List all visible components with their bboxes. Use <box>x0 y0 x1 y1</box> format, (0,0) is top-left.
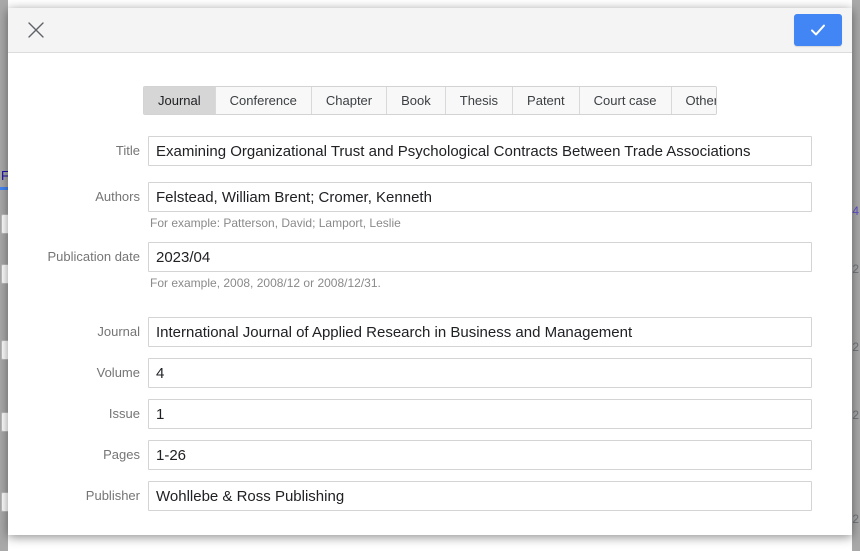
background-number: 2 <box>852 262 859 276</box>
background-checkbox[interactable] <box>1 214 8 234</box>
pages-input[interactable] <box>148 440 812 470</box>
background-left-column: F <box>0 0 8 551</box>
publication-date-input[interactable] <box>148 242 812 272</box>
tab-court-case[interactable]: Court case <box>579 87 672 114</box>
publication-type-tabs: Journal Conference Chapter Book Thesis P… <box>143 86 717 115</box>
publisher-field-wrap <box>148 481 852 511</box>
background-checkbox[interactable] <box>1 264 8 284</box>
field-row-title: Title <box>8 136 852 166</box>
background-number: 4 <box>852 204 859 218</box>
volume-input[interactable] <box>148 358 812 388</box>
issue-field-wrap <box>148 399 852 429</box>
background-number: 2 <box>852 340 859 354</box>
publication-date-hint: For example, 2008, 2008/12 or 2008/12/31… <box>150 276 381 290</box>
pages-label: Pages <box>103 447 140 462</box>
tab-patent[interactable]: Patent <box>513 87 580 114</box>
journal-label: Journal <box>97 324 140 339</box>
publisher-label: Publisher <box>85 488 140 503</box>
background-number: 2 <box>852 408 859 422</box>
field-row-volume: Volume <box>8 358 852 388</box>
title-field-wrap <box>148 136 852 166</box>
volume-field-wrap <box>148 358 852 388</box>
tab-chapter[interactable]: Chapter <box>311 87 388 114</box>
volume-label: Volume <box>96 365 140 380</box>
authors-field-wrap: For example: Patterson, David; Lamport, … <box>148 182 852 231</box>
tab-thesis[interactable]: Thesis <box>445 87 514 114</box>
background-checkbox[interactable] <box>1 340 8 360</box>
background-checkbox[interactable] <box>1 412 8 432</box>
dialog-body: Journal Conference Chapter Book Thesis P… <box>8 53 852 535</box>
publication-date-field-wrap: For example, 2008, 2008/12 or 2008/12/31… <box>148 242 852 291</box>
edit-citation-dialog: Journal Conference Chapter Book Thesis P… <box>8 8 852 535</box>
title-label: Title <box>115 143 140 158</box>
tab-journal[interactable]: Journal <box>144 87 216 114</box>
tab-book[interactable]: Book <box>387 87 446 114</box>
issue-input[interactable] <box>148 399 812 429</box>
authors-input[interactable] <box>148 182 812 212</box>
title-input[interactable] <box>148 136 812 166</box>
close-icon[interactable] <box>20 14 52 46</box>
check-icon <box>811 24 825 36</box>
background-checkbox[interactable] <box>1 492 8 512</box>
field-row-issue: Issue <box>8 399 852 429</box>
citation-form: Title Authors For example: Patterson, Da… <box>8 136 852 511</box>
publisher-input[interactable] <box>148 481 812 511</box>
save-button[interactable] <box>794 14 842 46</box>
background-number: 2 <box>852 512 859 526</box>
field-row-pages: Pages <box>8 440 852 470</box>
dialog-header <box>8 8 852 53</box>
field-row-publisher: Publisher <box>8 481 852 511</box>
journal-input[interactable] <box>148 317 812 347</box>
tab-other[interactable]: Other <box>671 87 716 114</box>
field-row-journal: Journal <box>8 317 852 347</box>
issue-label: Issue <box>108 406 140 421</box>
tab-conference[interactable]: Conference <box>215 87 312 114</box>
authors-label: Authors <box>95 189 140 204</box>
pages-field-wrap <box>148 440 852 470</box>
field-row-authors: Authors For example: Patterson, David; L… <box>8 182 852 231</box>
field-row-publication-date: Publication date For example, 2008, 2008… <box>8 242 852 291</box>
journal-field-wrap <box>148 317 852 347</box>
publication-date-label: Publication date <box>47 249 140 264</box>
authors-hint: For example: Patterson, David; Lamport, … <box>150 216 401 230</box>
background-accent-bar <box>0 187 8 190</box>
background-link[interactable]: F <box>1 168 8 183</box>
